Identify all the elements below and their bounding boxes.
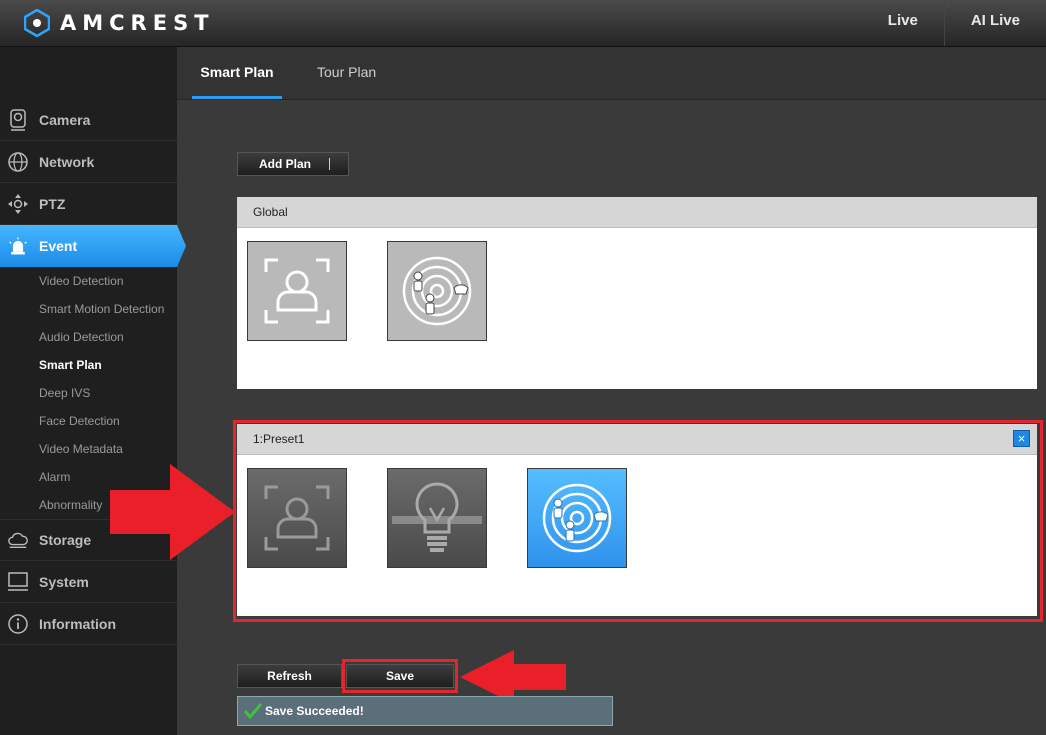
cloud-storage-icon — [7, 529, 29, 551]
sidebar-item-ptz[interactable]: PTZ — [0, 183, 177, 225]
face-detection-icon — [264, 485, 330, 551]
global-panel-title: Global — [237, 197, 1037, 228]
sidebar-item-label: PTZ — [39, 195, 66, 212]
sidebar-item-camera[interactable]: Camera — [0, 99, 177, 141]
sidebar-item-label: Network — [39, 153, 95, 170]
subitem-abnormality[interactable]: Abnormality — [39, 498, 102, 512]
sidebar-item-label: Information — [39, 615, 116, 632]
sidebar-item-label: System — [39, 573, 89, 590]
preset-title-text: 1:Preset1 — [253, 432, 305, 446]
nav-ai-live[interactable]: AI Live — [943, 0, 1046, 46]
save-status-bar: Save Succeeded! — [237, 696, 613, 726]
tab-smart-plan[interactable]: Smart Plan — [192, 47, 282, 99]
info-icon — [7, 613, 29, 635]
sidebar-item-system[interactable]: System — [0, 561, 177, 603]
monitor-icon — [7, 571, 29, 593]
subitem-alarm[interactable]: Alarm — [39, 470, 70, 484]
checkmark-icon — [244, 703, 262, 719]
sidebar-item-label: Camera — [39, 111, 91, 128]
alarm-light-icon — [7, 235, 29, 257]
subitem-smart-plan[interactable]: Smart Plan — [39, 358, 102, 372]
add-plan-button[interactable]: Add Plan — [237, 152, 349, 176]
add-plan-label: Add Plan — [259, 157, 312, 171]
dropdown-divider — [329, 158, 330, 170]
preset-face-detection-tile[interactable] — [247, 468, 347, 568]
sidebar-item-event[interactable]: Event — [0, 225, 186, 267]
global-ivs-tile[interactable] — [387, 241, 487, 341]
save-button[interactable]: Save — [346, 664, 454, 688]
preset-plan-panel: 1:Preset1 × — [237, 424, 1037, 616]
sidebar-item-network[interactable]: Network — [0, 141, 177, 183]
tab-tour-plan[interactable]: Tour Plan — [317, 47, 376, 99]
refresh-button[interactable]: Refresh — [237, 664, 342, 688]
global-face-detection-tile[interactable] — [247, 241, 347, 341]
preset-ivs-tile-selected[interactable] — [527, 468, 627, 568]
ivs-radar-icon — [402, 256, 472, 326]
top-nav: Live AI Live — [862, 0, 1046, 46]
brand-name: AMCREST — [60, 11, 215, 35]
ptz-directional-icon — [7, 193, 29, 215]
preset-panel-title: 1:Preset1 × — [237, 424, 1037, 455]
hexagon-logo-icon — [24, 9, 50, 37]
sidebar-item-information[interactable]: Information — [0, 603, 177, 645]
global-plan-panel: Global — [237, 197, 1037, 389]
tab-bar: Smart Plan Tour Plan — [177, 47, 1046, 100]
subitem-smart-motion-detection[interactable]: Smart Motion Detection — [39, 302, 164, 316]
subitem-video-metadata[interactable]: Video Metadata — [39, 442, 123, 456]
top-bar: AMCREST Live AI Live — [0, 0, 1046, 47]
annotation-arrow-right-icon — [110, 464, 235, 560]
nav-live[interactable]: Live — [862, 0, 944, 46]
subitem-deep-ivs[interactable]: Deep IVS — [39, 386, 90, 400]
subitem-audio-detection[interactable]: Audio Detection — [39, 330, 124, 344]
sidebar: Camera Network PTZ Event Video Detection… — [0, 47, 186, 735]
subitem-face-detection[interactable]: Face Detection — [39, 414, 120, 428]
close-icon[interactable]: × — [1013, 430, 1030, 447]
status-text: Save Succeeded! — [265, 704, 364, 718]
preset-tripwire-tile[interactable] — [387, 468, 487, 568]
ivs-radar-icon — [542, 483, 612, 553]
brand-logo: AMCREST — [24, 9, 215, 37]
sidebar-item-label: Event — [39, 238, 78, 254]
subitem-video-detection[interactable]: Video Detection — [39, 274, 124, 288]
network-globe-icon — [7, 151, 29, 173]
face-detection-icon — [264, 258, 330, 324]
camera-icon — [7, 108, 29, 131]
tripwire-bulb-icon — [392, 482, 482, 552]
sidebar-item-label: Storage — [39, 532, 92, 548]
